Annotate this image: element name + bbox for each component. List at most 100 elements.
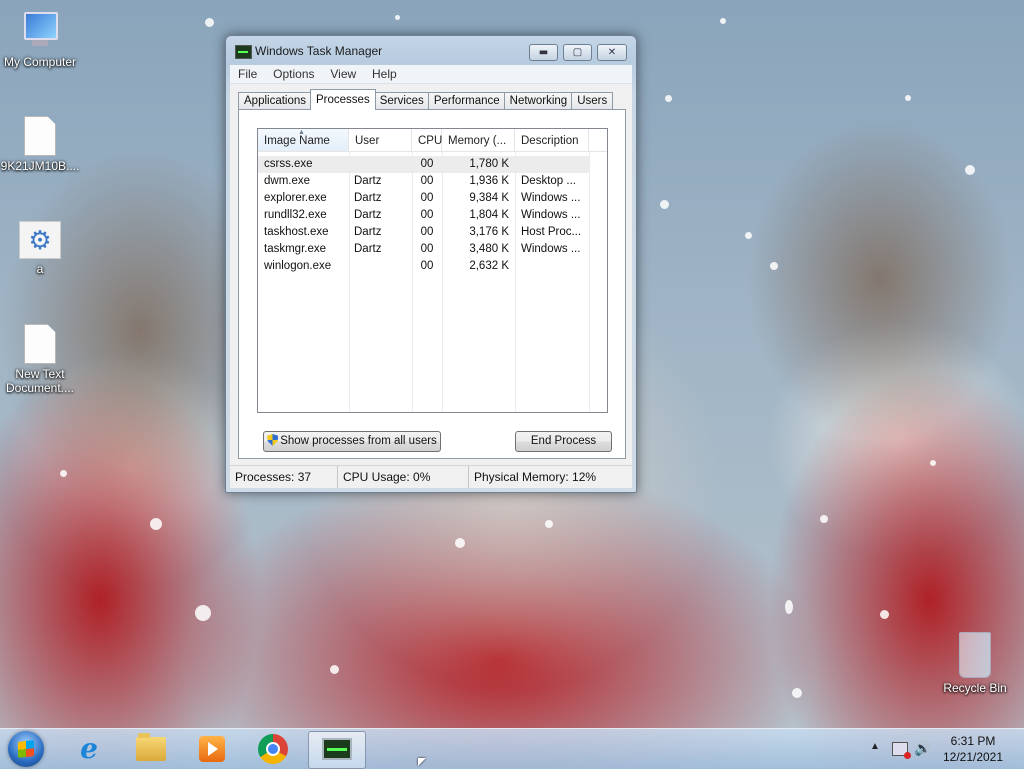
processes-pane: ▲ Image Name User Name CPU Memory (... D… [238, 109, 626, 459]
text-document-icon [24, 324, 56, 364]
cell-memory: 3,176 K [469, 226, 509, 238]
process-rows: csrss.exe 00 1,780 K dwm.exe Dartz 00 1,… [258, 152, 607, 412]
cell-description: Host Proc... [521, 226, 582, 238]
column-cpu[interactable]: CPU [412, 129, 442, 151]
desktop-icon-label-line2: Document.... [5, 381, 75, 395]
cell-image-name: rundll32.exe [264, 209, 327, 221]
end-process-button[interactable]: End Process [515, 431, 612, 452]
taskbar-internet-explorer[interactable]: e [62, 731, 118, 767]
document-icon [24, 116, 56, 156]
desktop-icon-a[interactable]: ⚙ a [0, 221, 80, 276]
show-all-processes-label: Show processes from all users [280, 435, 437, 447]
cell-cpu: 00 [420, 175, 434, 187]
chrome-icon [258, 734, 288, 764]
clock-time: 6:31 PM [950, 734, 996, 748]
tab-services[interactable]: Services [373, 92, 430, 110]
clock[interactable]: 6:31 PM 12/21/2021 [938, 733, 1008, 765]
desktop-icon-label: Recycle Bin [943, 681, 1007, 695]
task-manager-icon [322, 738, 352, 760]
cell-user-name: Dartz [354, 192, 382, 204]
settings-icon: ⚙ [19, 221, 61, 259]
menu-view[interactable]: View [330, 65, 356, 83]
cell-description: Windows ... [521, 243, 581, 255]
status-physical-memory: Physical Memory: 12% [474, 470, 597, 484]
cell-image-name: winlogon.exe [264, 260, 332, 272]
cell-cpu: 00 [420, 226, 434, 238]
cell-memory: 1,804 K [469, 209, 509, 221]
desktop-icon-new-text-document[interactable]: New Text Document.... [0, 324, 80, 395]
menu-options[interactable]: Options [273, 65, 314, 83]
close-button[interactable]: ✕ [597, 44, 627, 61]
taskbar-chrome[interactable] [245, 731, 301, 767]
tab-processes[interactable]: Processes [310, 89, 376, 110]
table-row[interactable]: explorer.exe Dartz 00 9,384 K Windows ..… [258, 190, 589, 207]
cell-cpu: 00 [420, 260, 434, 272]
desktop-icon-document[interactable]: 9K21JM10B.... [0, 116, 80, 173]
table-row[interactable]: winlogon.exe 00 2,632 K [258, 258, 589, 275]
minimize-button[interactable]: ▬ [529, 44, 558, 61]
menu-help[interactable]: Help [372, 65, 397, 83]
table-row[interactable]: dwm.exe Dartz 00 1,936 K Desktop ... [258, 173, 589, 190]
task-manager-icon [235, 45, 252, 59]
file-explorer-icon [136, 733, 166, 761]
computer-icon [20, 10, 60, 52]
tab-performance[interactable]: Performance [427, 92, 506, 110]
desktop-icon-label-line1: New Text [15, 367, 65, 381]
show-all-processes-button[interactable]: Show processes from all users [263, 431, 441, 452]
cell-description: Windows ... [521, 192, 581, 204]
desktop-icon-recycle-bin[interactable]: Recycle Bin [935, 632, 1015, 695]
cell-user-name: Dartz [354, 175, 382, 187]
menu-file[interactable]: File [238, 65, 257, 83]
sort-ascending-icon: ▲ [298, 129, 305, 136]
cell-memory: 9,384 K [469, 192, 509, 204]
network-icon[interactable] [892, 742, 911, 759]
cell-cpu: 00 [420, 209, 434, 221]
cell-memory: 1,780 K [469, 158, 509, 170]
tab-users[interactable]: Users [571, 92, 614, 110]
desktop-icon-my-computer[interactable]: My Computer [0, 10, 80, 69]
table-row[interactable]: csrss.exe 00 1,780 K [258, 156, 589, 173]
process-list[interactable]: ▲ Image Name User Name CPU Memory (... D… [257, 128, 608, 413]
start-button[interactable] [8, 731, 44, 767]
windows-logo-icon [18, 740, 34, 758]
cell-cpu: 00 [420, 243, 434, 255]
status-cpu-usage: CPU Usage: 0% [338, 466, 469, 488]
cell-memory: 3,480 K [469, 243, 509, 255]
column-description[interactable]: Description [515, 129, 589, 151]
desktop-icon-label: My Computer [3, 55, 77, 69]
cell-cpu: 00 [420, 192, 434, 204]
mouse-cursor-icon [418, 758, 426, 766]
taskbar-media-player[interactable] [184, 731, 240, 767]
internet-explorer-icon: e [80, 732, 98, 765]
cell-image-name: taskhost.exe [264, 226, 329, 238]
window-client: Applications Processes Services Performance… [230, 84, 632, 488]
title-bar[interactable]: Windows Task Manager ▬ ▢ ✕ [226, 36, 636, 64]
recycle-bin-icon [959, 632, 991, 678]
cell-image-name: dwm.exe [264, 175, 311, 187]
cell-image-name: explorer.exe [264, 192, 327, 204]
tab-strip: Applications Processes Services Performance… [238, 89, 614, 110]
show-hidden-icons-icon[interactable]: ▲ [870, 741, 880, 752]
taskbar-file-explorer[interactable] [123, 731, 179, 767]
maximize-button[interactable]: ▢ [563, 44, 592, 61]
desktop-icon-label: a [36, 262, 44, 276]
table-row[interactable]: rundll32.exe Dartz 00 1,804 K Windows ..… [258, 207, 589, 224]
column-image-name[interactable]: ▲ Image Name [258, 129, 349, 151]
window-title: Windows Task Manager [255, 44, 383, 58]
taskbar: e ▲ 🔊 6:31 PM 12/21/2021 [0, 728, 1024, 769]
column-memory[interactable]: Memory (... [442, 129, 515, 151]
taskbar-task-manager[interactable] [308, 731, 366, 769]
clock-date: 12/21/2021 [942, 750, 1004, 764]
tab-applications[interactable]: Applications [238, 92, 313, 110]
cell-image-name: csrss.exe [264, 158, 313, 170]
table-row[interactable]: taskhost.exe Dartz 00 3,176 K Host Proc.… [258, 224, 589, 241]
column-divider [589, 152, 590, 412]
status-bar: Processes: 37 CPU Usage: 0% Physical Mem… [230, 465, 632, 488]
desktop-icon-label: 9K21JM10B.... [0, 159, 80, 173]
column-user-name[interactable]: User Name [349, 129, 412, 171]
volume-icon[interactable]: 🔊 [914, 740, 931, 757]
tab-networking[interactable]: Networking [503, 92, 574, 110]
cell-cpu: 00 [420, 158, 434, 170]
menu-bar: File Options View Help [230, 65, 632, 84]
table-row[interactable]: taskmgr.exe Dartz 00 3,480 K Windows ... [258, 241, 589, 258]
